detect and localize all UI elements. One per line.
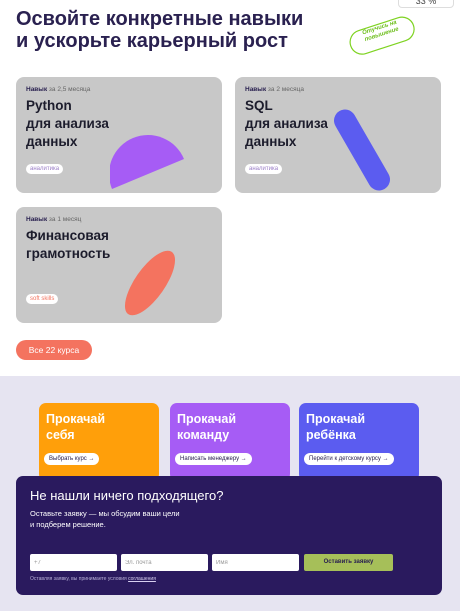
lead-form: Не нашли ничего подходящего? Оставьте за… [16,476,442,595]
promo-title: Прокачай ребёнка [306,412,366,442]
course-title: Финансовая грамотность [26,228,111,261]
email-input[interactable] [121,554,208,571]
section-title-line1: Освойте конкретные навыки [16,8,304,30]
all-courses-button[interactable]: Все 22 курса [16,340,92,360]
section-title: Освойте конкретные навыки и ускорьте кар… [16,8,336,52]
lead-form-description: Оставьте заявку — мы обсудим ваши цели и… [30,509,180,529]
course-card-python[interactable]: Навык за 2,5 месяца Python для анализа д… [16,77,222,193]
course-meta: Навык за 2,5 месяца [26,86,91,93]
course-tag: soft skills [26,294,59,304]
choose-course-button[interactable]: Выбрать курс → [44,453,100,465]
course-meta: Навык за 1 месяц [26,216,82,223]
promo-title: Прокачай команду [177,412,237,442]
consent-note: Оставляя заявку, вы принимаете условия с… [30,576,156,582]
course-title: SQL для анализа данных [245,98,328,149]
submit-button[interactable]: Оставить заявку [304,554,393,571]
promo-card-child[interactable]: Прокачай ребёнка Перейти к детскому курс… [299,403,419,481]
course-tag: аналитика [245,164,283,174]
decorative-capsule-icon [329,101,399,193]
course-meta: Навык за 2 месяца [245,86,304,93]
sticker-stamp: Отучись на повышение [345,10,423,61]
discount-badge: 33 % [398,0,454,8]
section-title-line2: и ускорьте карьерный рост [16,30,288,52]
agreement-link[interactable]: соглашения [128,576,156,582]
decorative-half-circle-icon [109,129,190,193]
promo-title: Прокачай себя [46,412,106,442]
kids-course-button[interactable]: Перейти к детскому курсу → [304,453,394,465]
lead-form-title: Не нашли ничего подходящего? [30,488,224,503]
write-manager-button[interactable]: Написать менеджеру → [175,453,252,465]
courses-section: 33 % Освойте конкретные навыки и ускорьт… [0,0,460,376]
course-title: Python для анализа данных [26,98,109,149]
course-card-finance[interactable]: Навык за 1 месяц Финансовая грамотность … [16,207,222,323]
course-tag: аналитика [26,164,64,174]
phone-input[interactable] [30,554,117,571]
promo-card-self[interactable]: Прокачай себя Выбрать курс → [39,403,159,481]
decorative-ellipse-icon [112,245,188,323]
name-input[interactable] [212,554,299,571]
promo-card-team[interactable]: Прокачай команду Написать менеджеру → [170,403,290,481]
course-card-sql[interactable]: Навык за 2 месяца SQL для анализа данных… [235,77,441,193]
